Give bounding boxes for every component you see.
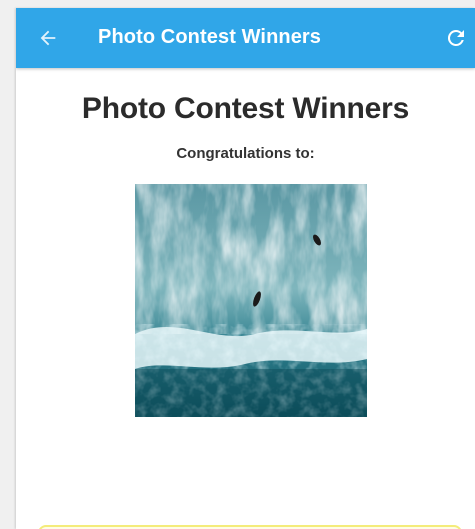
app-screen: Photo Contest Winners Photo Contest Winn… (16, 8, 475, 529)
refresh-icon (447, 29, 464, 46)
page-title: Photo Contest Winners (81, 92, 410, 125)
app-bar: Photo Contest Winners (16, 8, 475, 68)
back-button[interactable] (34, 24, 62, 52)
winner-photo (135, 184, 367, 417)
congratulations-text: Congratulations to: (176, 145, 315, 162)
app-bar-title: Photo Contest Winners (98, 26, 322, 48)
refresh-button[interactable] (442, 24, 470, 52)
arrow-left-icon (40, 30, 56, 46)
winner-card (38, 525, 462, 529)
